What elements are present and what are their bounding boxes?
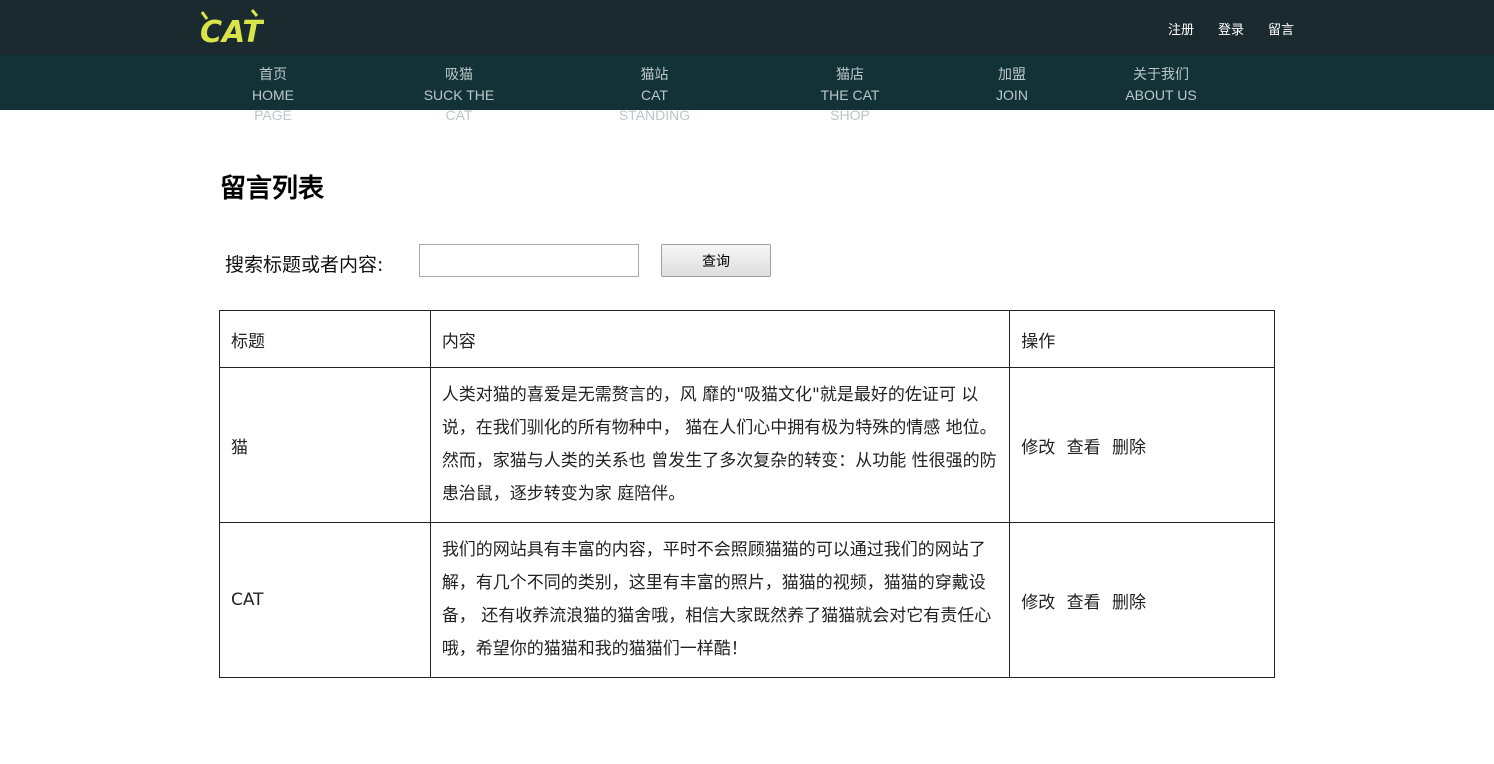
- view-link[interactable]: 查看: [1067, 593, 1101, 613]
- nav-label-en: THE CAT SHOP: [820, 87, 880, 123]
- top-header-bar: CAT 注册 登录 留言: [0, 0, 1494, 55]
- login-link[interactable]: 登录: [1218, 19, 1244, 38]
- nav-item-suck-the-cat[interactable]: 吸猫 SUCK THE CAT: [410, 65, 508, 125]
- nav-item-cat-standing[interactable]: 猫站 CAT STANDING: [605, 65, 704, 125]
- column-header-content: 内容: [429, 310, 1011, 368]
- row-content: 人类对猫的喜爱是无需赘言的，风 靡的"吸猫文化"就是最好的佐证可 以说，在我们驯…: [429, 367, 1011, 523]
- delete-link[interactable]: 删除: [1112, 593, 1146, 613]
- table-header-row: 标题 内容 操作: [219, 310, 1275, 368]
- nav-label-cn: 猫站: [640, 67, 669, 83]
- row-content: 我们的网站具有丰富的内容，平时不会照顾猫猫的可以通过我们的网站了解，有几个不同的…: [429, 522, 1011, 678]
- row-content-text: 我们的网站具有丰富的内容，平时不会照顾猫猫的可以通过我们的网站了解，有几个不同的…: [441, 540, 992, 659]
- column-header-actions: 操作: [1009, 310, 1275, 368]
- row-actions: 修改 查看 删除: [1009, 367, 1275, 523]
- nav-label-en: ABOUT US: [1125, 87, 1197, 103]
- message-link[interactable]: 留言: [1268, 19, 1294, 38]
- view-link[interactable]: 查看: [1067, 438, 1101, 458]
- search-input[interactable]: [419, 244, 639, 277]
- cat-logo[interactable]: CAT: [198, 6, 265, 50]
- nav-label-en: HOME PAGE: [252, 87, 294, 123]
- user-links: 注册 登录 留言: [1168, 19, 1294, 38]
- row-title: CAT: [219, 522, 431, 678]
- edit-link[interactable]: 修改: [1021, 593, 1055, 613]
- nav-label-en: JOIN: [996, 87, 1028, 103]
- register-link[interactable]: 注册: [1168, 19, 1194, 38]
- delete-link[interactable]: 删除: [1112, 438, 1146, 458]
- row-actions: 修改 查看 删除: [1009, 522, 1275, 678]
- nav-label-cn: 首页: [259, 67, 287, 83]
- column-header-title: 标题: [219, 310, 431, 368]
- main-nav: 首页 HOME PAGE 吸猫 SUCK THE CAT 猫站 CAT STAN…: [0, 55, 1494, 123]
- message-table: 标题 内容 操作 猫 人类对猫的喜爱是无需赘言的，风 靡的"吸猫文化"就是最好的…: [219, 310, 1275, 678]
- nav-item-home[interactable]: 首页 HOME PAGE: [232, 65, 314, 125]
- nav-label-cn: 加盟: [998, 67, 1026, 83]
- nav-label-cn: 吸猫: [445, 67, 473, 83]
- svg-text:CAT: CAT: [200, 15, 264, 50]
- nav-label-cn: 关于我们: [1133, 67, 1189, 83]
- row-content-text: 人类对猫的喜爱是无需赘言的，风 靡的"吸猫文化"就是最好的佐证可 以说，在我们驯…: [441, 385, 997, 504]
- search-button[interactable]: 查询: [661, 244, 771, 277]
- nav-label-en: SUCK THE CAT: [423, 87, 495, 123]
- nav-label-cn: 猫店: [836, 67, 864, 83]
- row-title: 猫: [219, 367, 431, 523]
- nav-label-en: CAT STANDING: [618, 87, 691, 123]
- search-label: 搜索标题或者内容:: [225, 254, 384, 276]
- edit-link[interactable]: 修改: [1021, 438, 1055, 458]
- nav-item-about-us[interactable]: 关于我们 ABOUT US: [1125, 65, 1197, 105]
- page-title: 留言列表: [220, 174, 325, 204]
- table-row: CAT 我们的网站具有丰富的内容，平时不会照顾猫猫的可以通过我们的网站了解，有几…: [219, 522, 1275, 678]
- nav-item-join[interactable]: 加盟 JOIN: [992, 65, 1032, 105]
- nav-item-cat-shop[interactable]: 猫店 THE CAT SHOP: [800, 65, 900, 125]
- table-row: 猫 人类对猫的喜爱是无需赘言的，风 靡的"吸猫文化"就是最好的佐证可 以说，在我…: [219, 367, 1275, 523]
